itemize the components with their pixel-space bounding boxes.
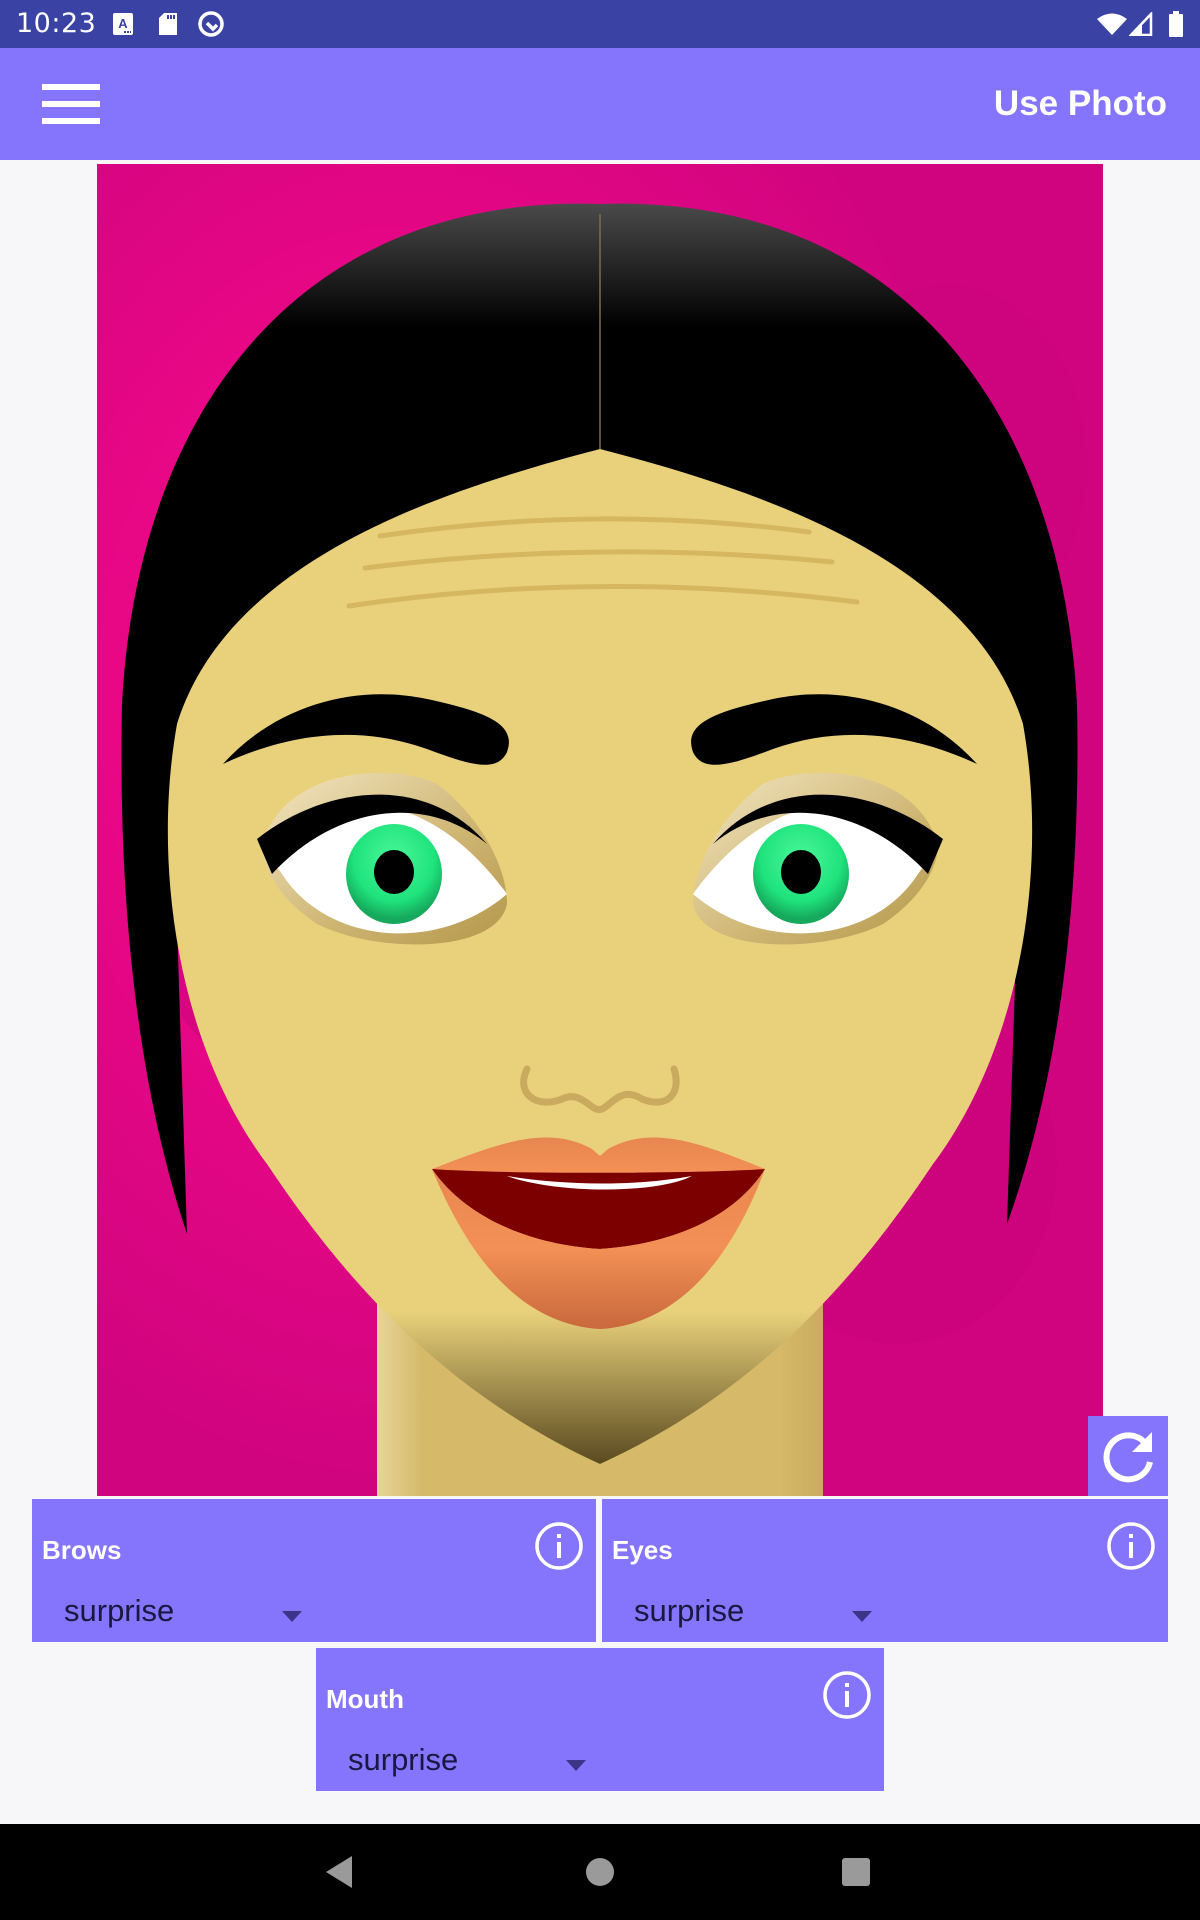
face-illustration <box>97 164 1103 1496</box>
cell-signal-icon <box>1129 12 1153 36</box>
app-bar: Use Photo <box>0 48 1200 160</box>
use-photo-button[interactable]: Use Photo <box>994 84 1167 124</box>
mouth-label: Mouth <box>326 1684 404 1714</box>
keyboard-a-icon: A <box>113 13 133 35</box>
eyes-select-value: surprise <box>634 1593 745 1628</box>
refresh-icon <box>1103 1432 1153 1483</box>
chevron-down-icon <box>566 1760 586 1771</box>
eyes-select[interactable]: surprise <box>634 1593 874 1637</box>
q-logo-icon <box>198 11 224 37</box>
info-icon[interactable] <box>534 1521 584 1571</box>
eyes-label: Eyes <box>612 1535 673 1565</box>
battery-icon <box>1169 11 1183 37</box>
chevron-down-icon <box>282 1611 302 1622</box>
status-bar: 10:23 A <box>0 0 1200 48</box>
brows-panel: Brows surprise <box>32 1499 596 1642</box>
face-canvas[interactable] <box>97 164 1103 1496</box>
eyes-panel: Eyes surprise <box>602 1499 1168 1642</box>
back-icon[interactable] <box>324 1854 356 1890</box>
recents-icon[interactable] <box>840 1856 872 1888</box>
home-icon[interactable] <box>584 1856 616 1888</box>
status-time: 10:23 <box>16 8 97 39</box>
brows-select-value: surprise <box>64 1593 175 1628</box>
mouth-select-value: surprise <box>348 1742 459 1777</box>
info-icon[interactable] <box>822 1670 872 1720</box>
chevron-down-icon <box>852 1611 872 1622</box>
navigation-bar <box>0 1824 1200 1920</box>
wifi-icon <box>1097 13 1127 35</box>
sd-card-icon <box>159 13 177 35</box>
info-icon[interactable] <box>1106 1521 1156 1571</box>
hamburger-menu-icon[interactable] <box>40 84 102 128</box>
brows-label: Brows <box>42 1535 122 1565</box>
svg-text:A: A <box>118 16 128 31</box>
mouth-panel: Mouth surprise <box>316 1648 884 1791</box>
brows-select[interactable]: surprise <box>64 1593 304 1637</box>
mouth-select[interactable]: surprise <box>348 1742 588 1786</box>
refresh-button[interactable] <box>1088 1416 1168 1496</box>
